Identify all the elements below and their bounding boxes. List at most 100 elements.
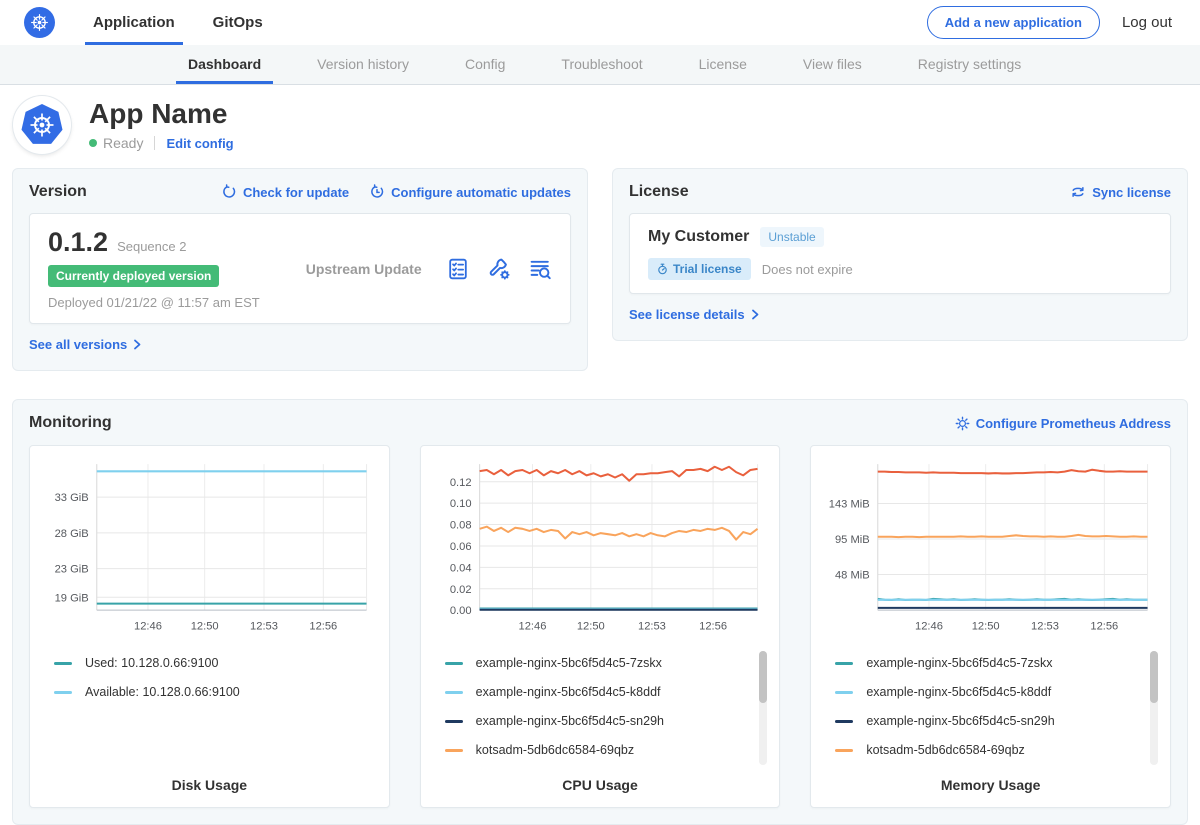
add-application-button[interactable]: Add a new application (927, 6, 1100, 39)
see-all-versions-link[interactable]: See all versions (29, 337, 142, 352)
svg-text:48 MiB: 48 MiB (835, 570, 870, 582)
legend-color-dash (835, 662, 853, 665)
legend-color-dash (445, 720, 463, 723)
legend-label: Used: 10.128.0.66:9100 (85, 656, 218, 670)
tab-application[interactable]: Application (93, 0, 175, 45)
svg-text:0.08: 0.08 (450, 520, 472, 532)
logout-link[interactable]: Log out (1122, 14, 1172, 31)
version-number: 0.1.2 (48, 227, 108, 258)
cpu-usage-chart: 12:4612:5012:5312:560.000.020.040.060.08… (433, 456, 768, 637)
sync-license-label: Sync license (1092, 185, 1171, 200)
svg-text:12:46: 12:46 (134, 620, 162, 632)
view-diff-button[interactable] (528, 257, 552, 281)
subnav-license[interactable]: License (699, 45, 747, 84)
tab-gitops[interactable]: GitOps (213, 0, 263, 45)
legend-item[interactable]: example-nginx-5bc6f5d4c5-7zskx (445, 649, 768, 678)
see-license-details-link[interactable]: See license details (629, 307, 760, 322)
legend-item[interactable]: Available: 10.128.0.66:9100 (54, 678, 377, 707)
version-card-head: Version Check for update (29, 183, 571, 201)
legend-color-dash (835, 691, 853, 694)
license-card: License Sync license My Custo (612, 168, 1188, 341)
legend-item[interactable]: Used: 10.128.0.66:9100 (54, 649, 377, 678)
cpu-usage-chart-card: 12:4612:5012:5312:560.000.020.040.060.08… (420, 445, 781, 808)
charts-row: 12:4612:5012:5312:5619 GiB23 GiB28 GiB33… (29, 445, 1171, 808)
legend-label: example-nginx-5bc6f5d4c5-sn29h (866, 714, 1054, 728)
legend-scrollbar-track[interactable] (759, 651, 767, 765)
main-content: Version Check for update (0, 168, 1200, 825)
legend-item[interactable]: kotsadm-5db6dc6584-69qbz (445, 736, 768, 765)
preflight-checks-button[interactable] (446, 257, 470, 281)
sync-arrows-icon (1070, 184, 1086, 200)
legend-label: example-nginx-5bc6f5d4c5-k8ddf (866, 685, 1051, 699)
check-for-update-link[interactable]: Check for update (221, 184, 349, 200)
refresh-icon (221, 184, 237, 200)
edit-config-link[interactable]: Edit config (166, 136, 233, 151)
legend-item[interactable]: example-nginx-5bc6f5d4c5-sn29h (835, 707, 1158, 736)
legend-item[interactable]: example-nginx-5bc6f5d4c5-k8ddf (445, 678, 768, 707)
legend-scrollbar-track[interactable] (1150, 651, 1158, 765)
deployed-timestamp: Deployed 01/21/22 @ 11:57 am EST (48, 295, 260, 310)
svg-text:12:56: 12:56 (699, 620, 727, 632)
legend-color-dash (835, 720, 853, 723)
legend-scrollbar-thumb[interactable] (1150, 651, 1158, 703)
legend-color-dash (54, 691, 72, 694)
subnav-version-history[interactable]: Version history (317, 45, 409, 84)
wrench-gear-icon (487, 257, 511, 281)
subnav-dashboard[interactable]: Dashboard (188, 45, 261, 84)
subnav-troubleshoot[interactable]: Troubleshoot (561, 45, 642, 84)
subnav-config[interactable]: Config (465, 45, 505, 84)
legend-color-dash (445, 662, 463, 665)
svg-text:12:53: 12:53 (250, 620, 278, 632)
legend-item[interactable]: example-nginx-5bc6f5d4c5-7zskx (835, 649, 1158, 678)
svg-text:12:56: 12:56 (1091, 620, 1119, 632)
svg-text:0.00: 0.00 (450, 605, 472, 617)
svg-text:0.12: 0.12 (450, 477, 472, 489)
legend-label: example-nginx-5bc6f5d4c5-7zskx (866, 656, 1052, 670)
subnav-registry-settings[interactable]: Registry settings (918, 45, 1021, 84)
legend-label: Available: 10.128.0.66:9100 (85, 685, 240, 699)
configure-automatic-updates-link[interactable]: Configure automatic updates (369, 184, 571, 200)
monitoring-title: Monitoring (29, 414, 112, 432)
svg-text:0.02: 0.02 (450, 584, 472, 596)
svg-text:28 GiB: 28 GiB (55, 528, 89, 540)
svg-text:12:50: 12:50 (577, 620, 605, 632)
legend-color-dash (835, 749, 853, 752)
legend-label: kotsadm-5db6dc6584-69qbz (476, 743, 634, 757)
edit-config-button[interactable] (487, 257, 511, 281)
trial-license-label: Trial license (673, 262, 742, 276)
legend-color-dash (445, 749, 463, 752)
gear-icon (955, 416, 970, 431)
svg-text:33 GiB: 33 GiB (55, 492, 89, 504)
legend-color-dash (445, 691, 463, 694)
license-expiry: Does not expire (762, 262, 853, 277)
sync-license-link[interactable]: Sync license (1070, 184, 1171, 200)
svg-text:95 MiB: 95 MiB (835, 534, 870, 546)
version-card: Version Check for update (12, 168, 588, 371)
license-type-row: Trial license Does not expire (648, 258, 1152, 280)
configure-prometheus-label: Configure Prometheus Address (976, 416, 1171, 431)
divider (154, 136, 155, 150)
subnav-view-files[interactable]: View files (803, 45, 862, 84)
svg-text:0.10: 0.10 (450, 498, 472, 510)
legend-label: kotsadm-5db6dc6584-69qbz (866, 743, 1024, 757)
configure-prometheus-link[interactable]: Configure Prometheus Address (955, 416, 1171, 431)
svg-text:12:46: 12:46 (518, 620, 546, 632)
legend-item[interactable]: example-nginx-5bc6f5d4c5-sn29h (445, 707, 768, 736)
version-sequence: Sequence 2 (117, 239, 186, 254)
monitoring-head: Monitoring Configure Prometheus Address (29, 414, 1171, 432)
svg-text:12:50: 12:50 (191, 620, 219, 632)
svg-text:0.06: 0.06 (450, 541, 472, 553)
status-text: Ready (103, 135, 143, 151)
license-panel: My Customer Unstable Trial license Does … (629, 213, 1171, 294)
legend-scrollbar-thumb[interactable] (759, 651, 767, 703)
top-nav: Application GitOps Add a new application… (0, 0, 1200, 45)
svg-text:0.04: 0.04 (450, 562, 472, 574)
kubernetes-logo[interactable] (24, 7, 55, 38)
legend-item[interactable]: example-nginx-5bc6f5d4c5-k8ddf (835, 678, 1158, 707)
svg-text:143 MiB: 143 MiB (829, 499, 870, 511)
legend-item[interactable]: kotsadm-5db6dc6584-69qbz (835, 736, 1158, 765)
see-all-versions-label: See all versions (29, 337, 127, 352)
kubernetes-app-icon (19, 102, 65, 148)
see-license-details-label: See license details (629, 307, 745, 322)
trial-license-badge: Trial license (648, 258, 751, 280)
